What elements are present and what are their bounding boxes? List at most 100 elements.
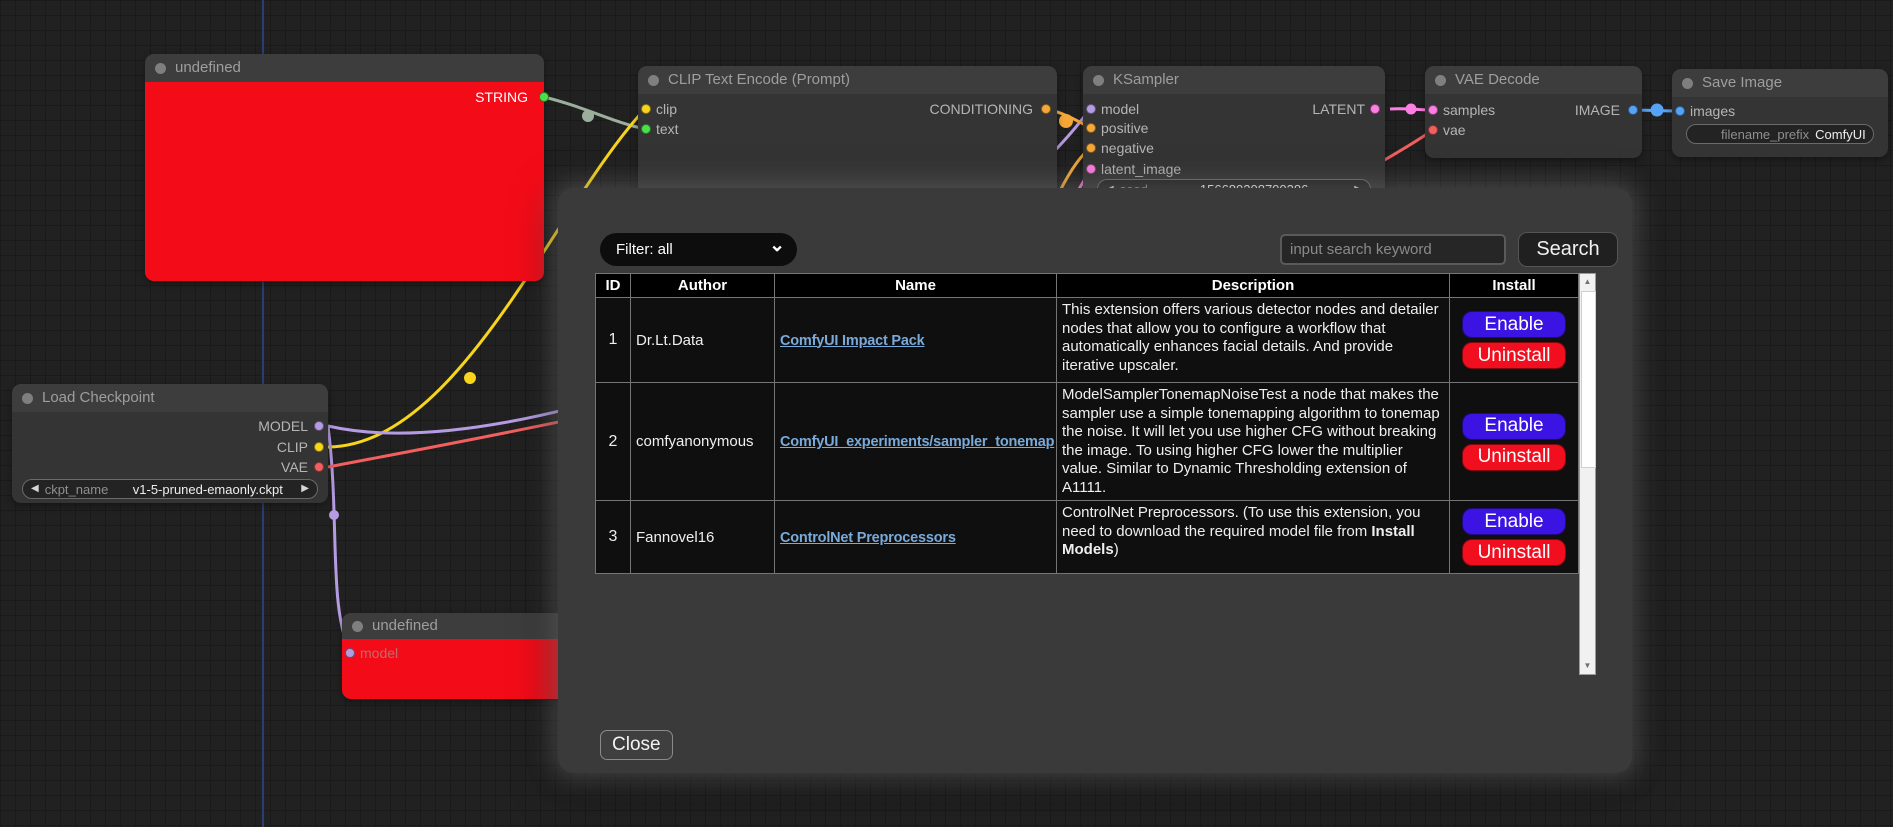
cell-id: 2 — [596, 383, 631, 501]
header-author: Author — [631, 274, 775, 298]
node-undefined-top[interactable]: undefined STRING — [145, 54, 544, 281]
output-label-clip: CLIP — [277, 438, 308, 456]
input-dot-negative-icon[interactable] — [1086, 143, 1096, 153]
enable-button[interactable]: Enable — [1462, 508, 1566, 535]
ckpt-prev-icon[interactable]: ◀ — [31, 479, 39, 499]
link-dot-gray — [582, 110, 594, 122]
cell-author: Dr.Lt.Data — [631, 298, 775, 383]
extension-link[interactable]: ControlNet Preprocessors — [780, 530, 956, 546]
cell-description: This extension offers various detector n… — [1057, 298, 1450, 383]
ckpt-widget-value: v1-5-pruned-emaonly.ckpt — [114, 482, 301, 497]
output-dot-latent-icon[interactable] — [1370, 104, 1380, 114]
node-load-checkpoint[interactable]: Load Checkpoint MODEL CLIP VAE ◀ ckpt_na… — [12, 384, 328, 503]
input-dot-images-icon[interactable] — [1675, 106, 1685, 116]
output-dot-string-icon[interactable] — [539, 92, 549, 102]
input-label-vae: vae — [1443, 121, 1466, 139]
input-dot-positive-icon[interactable] — [1086, 123, 1096, 133]
uninstall-button[interactable]: Uninstall — [1462, 342, 1566, 369]
node-collapse-dot-icon[interactable] — [155, 63, 166, 74]
node-collapse-dot-icon[interactable] — [648, 75, 659, 86]
node-collapse-dot-icon[interactable] — [1682, 78, 1693, 89]
input-dot-vae-icon[interactable] — [1428, 125, 1438, 135]
enable-button[interactable]: Enable — [1462, 311, 1566, 338]
table-row: 2 comfyanonymous ComfyUI_experiments/sam… — [596, 383, 1579, 501]
output-dot-image-icon[interactable] — [1628, 105, 1638, 115]
node-save-image[interactable]: Save Image images filename_prefix ComfyU… — [1672, 69, 1888, 157]
node-title: VAE Decode — [1455, 71, 1540, 88]
close-button[interactable]: Close — [600, 730, 673, 760]
node-collapse-dot-icon[interactable] — [1435, 75, 1446, 86]
link-dot-yellow — [464, 372, 476, 384]
node-title: undefined — [372, 617, 438, 634]
scroll-up-icon[interactable]: ▲ — [1580, 274, 1595, 290]
cell-author: Fannovel16 — [631, 501, 775, 574]
table-row: 1 Dr.Lt.Data ComfyUI Impact Pack This ex… — [596, 298, 1579, 383]
node-title: CLIP Text Encode (Prompt) — [668, 71, 850, 88]
ckpt-widget-label: ckpt_name — [45, 482, 109, 497]
filename-prefix-widget[interactable]: filename_prefix ComfyUI — [1686, 124, 1874, 144]
node-title: undefined — [175, 59, 241, 76]
input-label-images: images — [1690, 102, 1735, 120]
filename-prefix-label: filename_prefix — [1721, 127, 1809, 142]
header-id: ID — [596, 274, 631, 298]
extensions-table-wrap: ID Author Name Description Install 1 Dr.… — [595, 273, 1596, 675]
node-title-bar: Load Checkpoint — [12, 384, 328, 412]
output-dot-model-icon[interactable] — [314, 421, 324, 431]
search-input[interactable] — [1280, 234, 1506, 265]
uninstall-button[interactable]: Uninstall — [1462, 444, 1566, 471]
node-vae-decode[interactable]: VAE Decode samples vae IMAGE — [1425, 66, 1642, 158]
table-header-row: ID Author Name Description Install — [596, 274, 1579, 298]
output-label-model: MODEL — [258, 417, 308, 435]
cell-description: ModelSamplerTonemapNoiseTest a node that… — [1057, 383, 1450, 501]
output-label-vae: VAE — [281, 458, 308, 476]
output-dot-conditioning-icon[interactable] — [1041, 104, 1051, 114]
node-collapse-dot-icon[interactable] — [22, 393, 33, 404]
extension-manager-dialog: Filter: all ⌄ Search ID Author Name Desc… — [558, 188, 1632, 773]
search-button[interactable]: Search — [1518, 232, 1618, 267]
input-label-model: model — [360, 644, 398, 662]
input-dot-latent-image-icon[interactable] — [1086, 164, 1096, 174]
input-label-text: text — [656, 120, 679, 138]
link-dot-purple — [329, 510, 339, 520]
output-label-string: STRING — [475, 88, 528, 106]
ckpt-name-widget[interactable]: ◀ ckpt_name v1-5-pruned-emaonly.ckpt ▶ — [22, 479, 318, 499]
node-collapse-dot-icon[interactable] — [1093, 75, 1104, 86]
link-dot-pink — [1406, 104, 1417, 115]
cell-description: ControlNet Preprocessors. (To use this e… — [1057, 501, 1450, 574]
output-dot-vae-icon[interactable] — [314, 462, 324, 472]
uninstall-button[interactable]: Uninstall — [1462, 539, 1566, 566]
scroll-down-icon[interactable]: ▼ — [1580, 658, 1595, 674]
extension-link[interactable]: ComfyUI Impact Pack — [780, 333, 924, 349]
output-label-latent: LATENT — [1312, 100, 1365, 118]
node-title-bar: KSampler — [1083, 66, 1385, 94]
scrollbar-thumb[interactable] — [1581, 291, 1596, 468]
input-dot-samples-icon[interactable] — [1428, 105, 1438, 115]
filename-prefix-value: ComfyUI — [1815, 127, 1866, 142]
node-title-bar: undefined — [342, 613, 567, 639]
input-dot-model-icon[interactable] — [1086, 104, 1096, 114]
input-label-clip: clip — [656, 100, 677, 118]
output-dot-clip-icon[interactable] — [314, 442, 324, 452]
cell-author: comfyanonymous — [631, 383, 775, 501]
table-scrollbar[interactable]: ▲ ▼ — [1579, 273, 1596, 675]
node-undefined-bottom[interactable]: undefined model — [342, 613, 567, 699]
input-label-samples: samples — [1443, 101, 1495, 119]
node-title-bar: CLIP Text Encode (Prompt) — [638, 66, 1057, 94]
ckpt-next-icon[interactable]: ▶ — [301, 479, 309, 499]
input-dot-model-icon[interactable] — [345, 648, 355, 658]
node-title-bar: undefined — [145, 54, 544, 82]
node-title: KSampler — [1113, 71, 1179, 88]
cell-id: 1 — [596, 298, 631, 383]
extension-link[interactable]: ComfyUI_experiments/sampler_tonemap — [780, 434, 1054, 450]
filter-select[interactable]: Filter: all ⌄ — [600, 233, 797, 266]
input-label-model: model — [1101, 100, 1139, 118]
node-title-bar: Save Image — [1672, 69, 1888, 97]
input-dot-text-icon[interactable] — [641, 124, 651, 134]
input-dot-clip-icon[interactable] — [641, 104, 651, 114]
header-name: Name — [775, 274, 1057, 298]
node-collapse-dot-icon[interactable] — [352, 621, 363, 632]
input-label-latent-image: latent_image — [1101, 160, 1181, 178]
filter-select-value: Filter: all — [616, 241, 673, 258]
node-title: Load Checkpoint — [42, 389, 155, 406]
enable-button[interactable]: Enable — [1462, 413, 1566, 440]
